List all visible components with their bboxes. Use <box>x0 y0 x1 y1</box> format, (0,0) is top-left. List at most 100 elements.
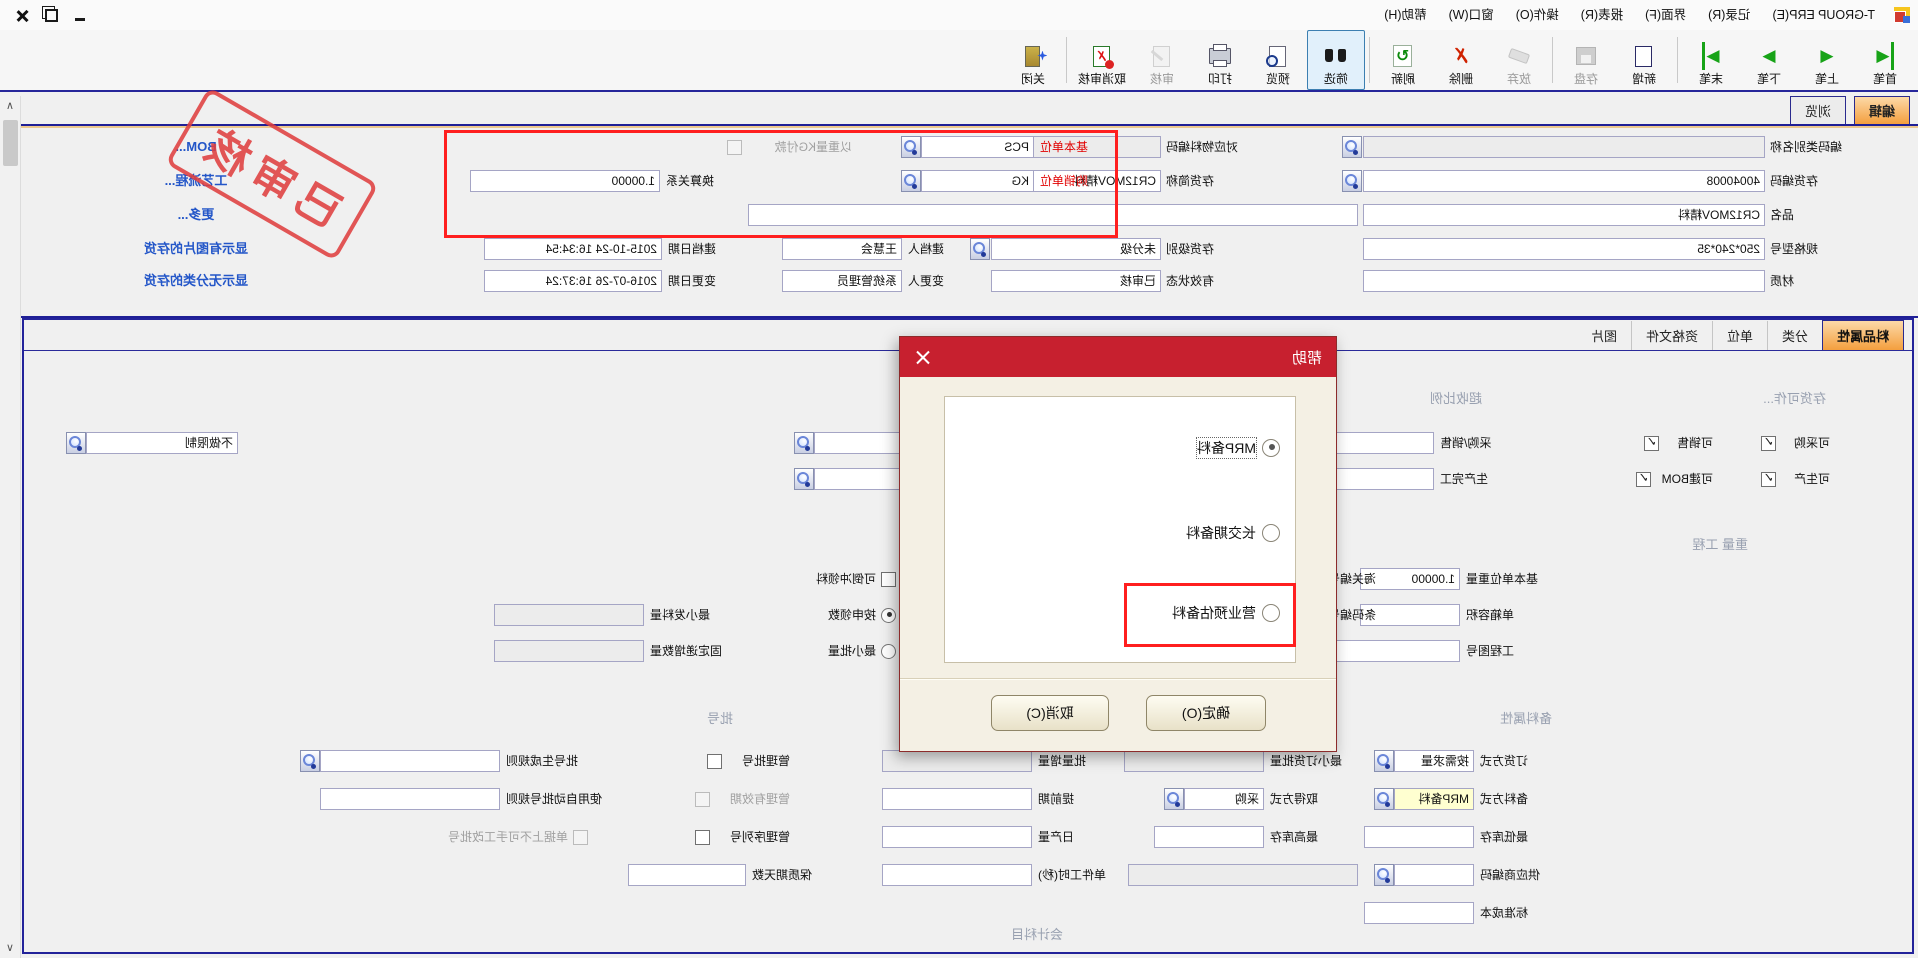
link-show-unclassified[interactable]: 显示无分类的存货 <box>26 270 366 292</box>
producible-checkbox[interactable] <box>1761 472 1776 487</box>
supplier-field[interactable] <box>1394 864 1474 886</box>
sellable-checkbox[interactable] <box>1644 436 1659 451</box>
close-form-button[interactable]: 关闭 <box>1004 30 1062 90</box>
conv-label: 换算关系 <box>666 170 738 192</box>
preview-button[interactable]: 预览 <box>1249 30 1307 90</box>
min-stock-field[interactable] <box>1364 826 1474 848</box>
bomable-checkbox[interactable] <box>1636 472 1651 487</box>
menu-operate[interactable]: 操作(O) <box>1505 0 1570 30</box>
name2-field[interactable] <box>748 204 1358 226</box>
material-field[interactable] <box>1363 270 1765 292</box>
daily-output-field[interactable] <box>882 826 1032 848</box>
base-unit-field[interactable]: PCS <box>921 136 1034 158</box>
prepare-mode-field[interactable]: MRP备料 <box>1394 788 1474 810</box>
tab-qualification-files[interactable]: 资格文件 <box>1632 321 1713 350</box>
option-long-lead-label[interactable]: 长交期备料 <box>1186 523 1256 543</box>
minimize-button[interactable] <box>66 5 94 25</box>
item-name-label: 品名 <box>1770 204 1898 226</box>
option-sales-forecast-radio[interactable] <box>1262 604 1280 622</box>
tab-browse[interactable]: 浏览 <box>1790 96 1846 125</box>
over-purchase-field[interactable] <box>1328 432 1434 454</box>
unaudit-button[interactable]: 取消审核 <box>1071 30 1133 90</box>
tab-item-properties[interactable]: 料品属性 <box>1822 320 1904 350</box>
by-apply-label: 按申领数 <box>812 604 876 626</box>
acquire-field[interactable]: 采购 <box>1184 788 1264 810</box>
prev-record-button[interactable]: 上笔 <box>1798 30 1856 90</box>
batch-rule-lookup-button[interactable] <box>300 750 320 772</box>
flow3-lookup-button[interactable] <box>66 432 86 454</box>
scroll-down-icon[interactable]: ∨ <box>0 938 20 958</box>
option-mrp-label[interactable]: MRP备料 <box>1197 438 1256 458</box>
min-stock-label: 最低库存 <box>1480 826 1570 848</box>
tab-edit[interactable]: 编辑 <box>1854 96 1910 125</box>
next-record-button[interactable]: 下笔 <box>1740 30 1798 90</box>
tab-classification[interactable]: 分类 <box>1768 321 1822 350</box>
level-field[interactable]: 未分级 <box>991 238 1161 260</box>
tab-units[interactable]: 单位 <box>1713 321 1768 350</box>
base-unit-lookup-button[interactable] <box>901 136 921 158</box>
menu-window[interactable]: 窗口(W) <box>1438 0 1505 30</box>
shelf-life-field[interactable] <box>628 864 746 886</box>
supplier-lookup-button[interactable] <box>1374 864 1394 886</box>
code-class-lookup-button[interactable] <box>1342 136 1362 158</box>
last-record-button[interactable]: 末笔 <box>1682 30 1740 90</box>
manage-batch-checkbox[interactable] <box>707 754 722 769</box>
ok-button[interactable]: 确定(O) <box>1146 695 1266 731</box>
min-batch-radio[interactable] <box>881 644 896 659</box>
acquire-lookup-button[interactable] <box>1164 788 1184 810</box>
code-class-field[interactable] <box>1363 136 1765 158</box>
vertical-scrollbar[interactable]: ∧ ∨ <box>0 96 21 958</box>
scroll-up-icon[interactable]: ∧ <box>0 96 20 116</box>
menu-help[interactable]: 帮助(H) <box>1373 0 1437 30</box>
flow3-field[interactable]: 不做限制 <box>86 432 238 454</box>
max-stock-field[interactable] <box>1154 826 1264 848</box>
spec-field[interactable]: 250*240*35 <box>1363 238 1765 260</box>
refresh-button[interactable]: 刷新 <box>1374 30 1432 90</box>
backflush-checkbox[interactable] <box>881 572 896 587</box>
item-name-field[interactable]: CR12MOV精料 <box>1363 204 1765 226</box>
restore-button[interactable] <box>38 5 66 25</box>
over-produce-field[interactable] <box>1328 468 1434 490</box>
close-window-button[interactable] <box>10 5 38 25</box>
menu-tgroup-erp[interactable]: T-GROUP ERP(E) <box>1761 0 1886 30</box>
manage-serial-checkbox[interactable] <box>695 830 710 845</box>
filter-button[interactable]: 筛选 <box>1307 30 1365 90</box>
menu-record[interactable]: 记录(R) <box>1697 0 1761 30</box>
option-sales-forecast-label[interactable]: 营业预估备料 <box>1172 603 1256 623</box>
cancel-button[interactable]: 取消(C) <box>991 695 1109 731</box>
refresh-icon <box>1394 45 1413 67</box>
delete-button[interactable]: 删除 <box>1432 30 1490 90</box>
std-cost-field[interactable] <box>1364 902 1474 924</box>
item-code-field[interactable]: 40040008 <box>1363 170 1765 192</box>
print-button[interactable]: 打印 <box>1191 30 1249 90</box>
menu-interface[interactable]: 界面(F) <box>1634 0 1697 30</box>
flow2-lookup-button[interactable] <box>794 468 814 490</box>
dialog-close-button[interactable] <box>914 348 932 366</box>
weight-pay-checkbox[interactable] <box>727 140 742 155</box>
toolbar-separator <box>1369 37 1370 83</box>
tab-images[interactable]: 图片 <box>1577 321 1632 350</box>
first-record-button[interactable]: 首笔 <box>1856 30 1914 90</box>
order-mode-label: 订货方式 <box>1480 750 1570 772</box>
item-code-lookup-button[interactable] <box>1342 170 1362 192</box>
conv-field[interactable]: 1.00000 <box>470 170 660 192</box>
sale-unit-field[interactable]: KG <box>921 170 1034 192</box>
by-apply-radio[interactable] <box>881 608 896 623</box>
lead-time-field[interactable] <box>882 788 1032 810</box>
purchasable-checkbox[interactable] <box>1761 436 1776 451</box>
purchasable-label: 可采购 <box>1782 432 1830 454</box>
section-over-ratio-title: 超收比例 <box>1430 388 1482 407</box>
prepare-mode-label: 备料方式 <box>1480 788 1570 810</box>
option-long-lead-radio[interactable] <box>1262 524 1280 542</box>
new-button[interactable]: 新增 <box>1615 30 1673 90</box>
factory-flow-lookup-button[interactable] <box>794 432 814 454</box>
changer-field: 系统管理员 <box>782 270 902 292</box>
option-mrp-radio[interactable] <box>1262 439 1280 457</box>
auto-rule-field[interactable] <box>320 788 500 810</box>
sale-unit-lookup-button[interactable] <box>901 170 921 192</box>
unit-hours-field[interactable] <box>882 864 1032 886</box>
batch-rule-field[interactable] <box>320 750 500 772</box>
order-mode-field[interactable]: 按需求量 <box>1394 750 1474 772</box>
menu-report[interactable]: 报表(R) <box>1570 0 1634 30</box>
scrollbar-thumb[interactable] <box>3 120 18 166</box>
